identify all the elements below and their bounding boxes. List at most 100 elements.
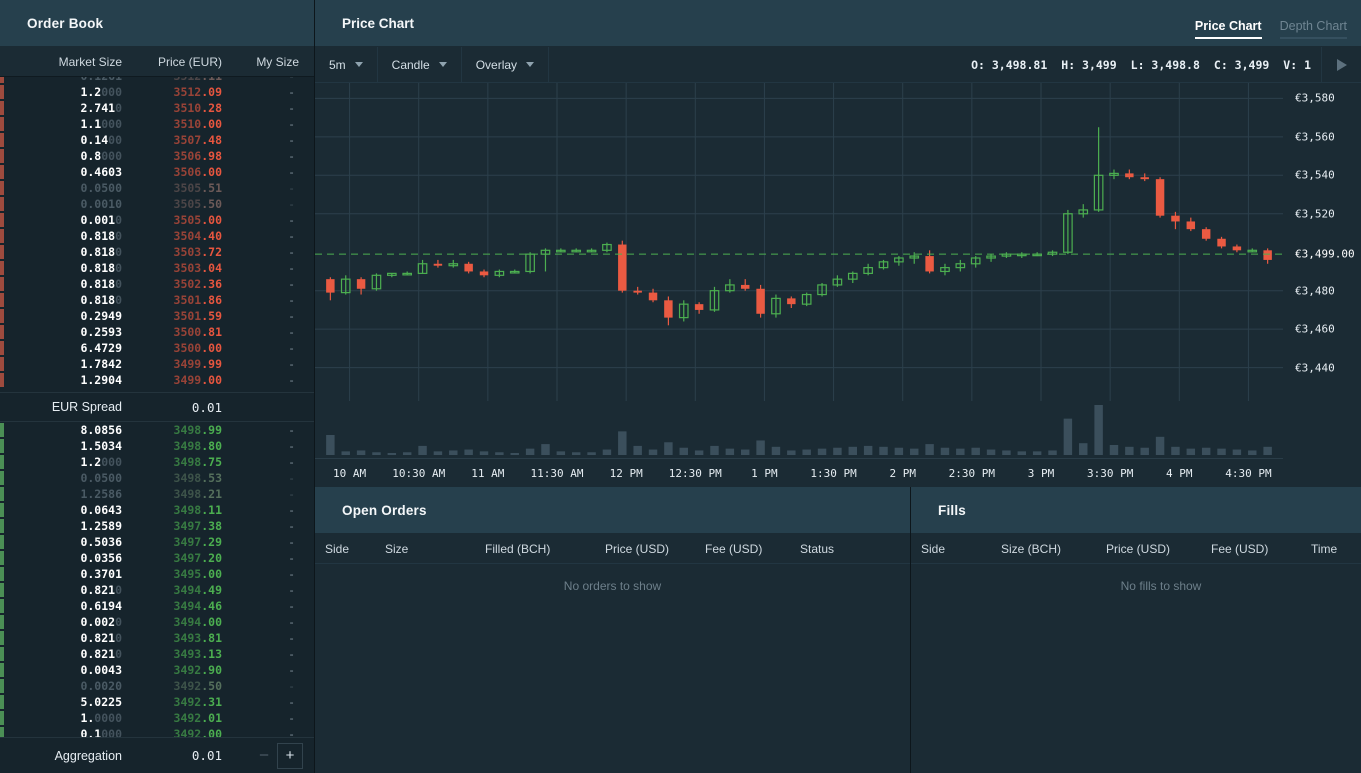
order-book-row[interactable]: 0.8210 3493.81 - — [0, 630, 314, 646]
order-book-row[interactable]: 8.0856 3498.99 - — [0, 422, 314, 438]
order-book-row[interactable]: 0.8180 3501.86 - — [0, 292, 314, 308]
fills-column-header: Price (USD) — [1106, 541, 1171, 556]
aggregation-increase-button[interactable]: + — [277, 742, 303, 769]
order-book-row[interactable]: 1.1000 3510.00 - — [0, 116, 314, 132]
interval-label: 5m — [329, 57, 346, 72]
order-book-row[interactable]: 0.4603 3506.00 - — [0, 164, 314, 180]
depth-bar — [0, 357, 4, 371]
order-book-row[interactable]: 1.0000 3492.01 - — [0, 710, 314, 726]
row-price: 3510.28 — [173, 101, 222, 115]
row-price: 3505.50 — [173, 197, 222, 211]
play-icon[interactable] — [1321, 46, 1361, 83]
order-book-row[interactable]: 0.0010 3505.00 - — [0, 212, 314, 228]
order-book-row[interactable]: 0.0020 3492.50 - — [0, 678, 314, 694]
tab-depth-chart[interactable]: Depth Chart — [1279, 19, 1347, 39]
order-book-row[interactable]: 0.0020 3494.00 - — [0, 614, 314, 630]
open-orders-empty-message: No orders to show — [563, 579, 662, 593]
order-book-row[interactable]: 0.8180 3504.40 - — [0, 228, 314, 244]
order-book-row[interactable]: 0.3701 3495.00 - — [0, 566, 314, 582]
x-axis-tick: 2 PM — [889, 466, 916, 480]
order-book-row[interactable]: 0.8210 3493.13 - — [0, 646, 314, 662]
row-my-size: - — [288, 471, 295, 485]
order-book-row[interactable]: 1.5034 3498.80 - — [0, 438, 314, 454]
aggregation-row: Aggregation 0.01 – + — [0, 737, 314, 773]
row-my-size: - — [288, 535, 295, 549]
order-book-row[interactable]: 6.4729 3500.00 - — [0, 340, 314, 356]
orders-column-header: Price (USD) — [605, 541, 670, 556]
order-book-row[interactable]: 0.2593 3500.81 - — [0, 324, 314, 340]
order-book-row[interactable]: 0.0010 3505.50 - — [0, 196, 314, 212]
orders-column-header: Side — [325, 541, 350, 556]
row-price: 3497.29 — [173, 535, 222, 549]
aggregation-decrease-button[interactable]: – — [251, 743, 277, 769]
order-book-row[interactable]: 1.2586 3498.21 - — [0, 486, 314, 502]
depth-bar — [0, 341, 4, 355]
chevron-down-icon — [526, 62, 535, 67]
order-book-row[interactable]: 0.0043 3492.90 - — [0, 662, 314, 678]
open-orders-panel: Open Orders Side Size Filled (BCH) Price (U… — [315, 487, 911, 773]
depth-bar — [0, 149, 4, 163]
bid-rows-container[interactable]: 8.0856 3498.99 - 1.5034 3498.80 - 1.2000… — [0, 422, 314, 737]
row-my-size: - — [288, 679, 295, 693]
order-book-row[interactable]: 0.0643 3498.11 - — [0, 502, 314, 518]
order-book-row[interactable]: 0.2949 3501.59 - — [0, 308, 314, 324]
row-size: 0.4603 — [80, 165, 122, 179]
order-book-row[interactable]: 1.2904 3499.00 - — [0, 372, 314, 388]
order-book-row[interactable]: 0.1400 3507.48 - — [0, 132, 314, 148]
x-axis-tick: 3 PM — [1027, 466, 1055, 480]
order-book-row[interactable]: 0.8180 3503.72 - — [0, 244, 314, 260]
order-book-row[interactable]: 0.1000 3492.00 - — [0, 726, 314, 737]
depth-bar — [0, 631, 4, 645]
order-book-row[interactable]: 0.0500 3505.51 - — [0, 180, 314, 196]
row-my-size: - — [288, 117, 295, 131]
row-size: 0.1000 — [80, 727, 122, 737]
order-book-row[interactable]: 0.8180 3503.04 - — [0, 260, 314, 276]
order-book-row[interactable]: 1.2589 3497.38 - — [0, 518, 314, 534]
row-price: 3500.81 — [173, 325, 222, 339]
order-book-row[interactable]: 0.0500 3498.53 - — [0, 470, 314, 486]
row-my-size: - — [288, 567, 295, 581]
row-my-size: - — [288, 101, 295, 115]
row-price: 3498.99 — [173, 423, 222, 437]
depth-bar — [0, 133, 4, 147]
chart-svg — [315, 83, 1283, 455]
x-axis-tick: 1 PM — [751, 466, 778, 480]
row-size: 1.2589 — [80, 519, 122, 533]
interval-dropdown[interactable]: 5m — [315, 46, 378, 83]
chart-toolbar: 5m Candle Overlay O: 3,498.81 H: 3,499 L: … — [315, 46, 1361, 83]
depth-bar — [0, 487, 4, 501]
row-price: 3492.00 — [173, 727, 222, 737]
depth-bar — [0, 647, 4, 661]
row-my-size: - — [288, 165, 295, 179]
order-book-row[interactable]: 0.0356 3497.20 - — [0, 550, 314, 566]
order-book-row[interactable]: 0.6194 3494.46 - — [0, 598, 314, 614]
x-axis-tick: 2:30 PM — [948, 466, 996, 480]
row-my-size: - — [288, 85, 295, 99]
y-axis-tick: €3,540 — [1295, 168, 1335, 182]
candlestick-chart[interactable]: €3,580 €3,560 €3,540 €3,520 €3,480 €3,460 €3,4… — [315, 83, 1361, 487]
current-price-label: €3,499.00 — [1295, 247, 1355, 261]
x-axis-tick: 10 AM — [333, 466, 367, 480]
depth-bar — [0, 471, 4, 485]
chart-plot-area[interactable] — [315, 83, 1283, 458]
order-book-row[interactable]: 0.8000 3506.98 - — [0, 148, 314, 164]
order-book-row[interactable]: 2.7410 3510.28 - — [0, 100, 314, 116]
overlay-dropdown[interactable]: Overlay — [462, 46, 550, 83]
order-book-row[interactable]: 0.8180 3502.36 - — [0, 276, 314, 292]
y-axis-tick: €3,580 — [1295, 91, 1335, 105]
row-size: 1.2904 — [80, 373, 122, 387]
order-book-row[interactable]: 1.7842 3499.99 - — [0, 356, 314, 372]
order-book-row[interactable]: 5.0225 3492.31 - — [0, 694, 314, 710]
ask-rows-container[interactable]: 0.1261 3512.11 - 1.2000 3512.09 - 2.7410… — [0, 77, 314, 392]
tab-price-chart[interactable]: Price Chart — [1194, 19, 1262, 39]
depth-bar — [0, 551, 4, 565]
order-book-row[interactable]: 1.2000 3498.75 - — [0, 454, 314, 470]
order-book-row[interactable]: 0.8210 3494.49 - — [0, 582, 314, 598]
order-book-row[interactable]: 0.5036 3497.29 - — [0, 534, 314, 550]
row-price: 3498.11 — [173, 503, 222, 517]
row-size: 1.5034 — [80, 439, 122, 453]
chart-type-dropdown[interactable]: Candle — [378, 46, 462, 83]
order-book-row[interactable]: 0.1261 3512.11 - — [0, 77, 314, 84]
order-book-row[interactable]: 1.2000 3512.09 - — [0, 84, 314, 100]
row-size: 1.2586 — [80, 487, 122, 501]
